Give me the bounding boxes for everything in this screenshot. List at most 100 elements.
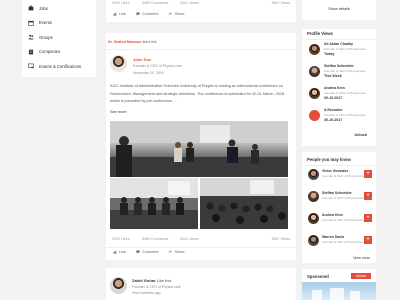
- comment-icon: [136, 249, 140, 254]
- add-person-button[interactable]: +: [364, 192, 372, 200]
- sponsored-illustration: [312, 288, 360, 300]
- views-count: 2541 Views: [180, 1, 199, 5]
- thumb-up-icon: [113, 249, 117, 254]
- likes-count: 4252 Likes: [112, 1, 130, 5]
- suggestion-item: Victor Gonzalez Founder & CEO of Physiol…: [307, 167, 373, 185]
- profile-view-item[interactable]: Ali Akbar Chaddy Founder & CEO of Physio…: [307, 41, 373, 61]
- menu-item-label: Groups: [39, 34, 53, 40]
- share-button[interactable]: Share: [168, 12, 185, 16]
- sharer-name[interactable]: Dr. Shahid Mansoor: [108, 40, 142, 44]
- comment-button[interactable]: Comment: [136, 12, 158, 16]
- author-title: Founder & CEO of Physiol.care: [132, 285, 181, 289]
- details-card: Show details: [302, 0, 376, 20]
- viewer-role: Founder & CEO of Physiol.care: [324, 69, 366, 73]
- comment-icon: [136, 12, 140, 16]
- view-time: This Week: [324, 74, 342, 78]
- add-person-button[interactable]: +: [364, 214, 372, 222]
- comment-label: Comment: [141, 249, 159, 254]
- view-time: 30-10-2017: [324, 96, 343, 100]
- viewer-name: Ali Akbar Chaddy: [324, 42, 354, 46]
- avatar[interactable]: [308, 169, 319, 180]
- conference-photo: [110, 121, 288, 177]
- post-actions: Like Comment Share: [106, 247, 296, 255]
- person-role: Founder & CEO of Physiol.care: [322, 240, 364, 244]
- author-action: Like this: [156, 278, 172, 283]
- share-label: Share: [174, 249, 185, 254]
- sponsored-image[interactable]: [302, 282, 376, 300]
- person-name[interactable]: Andrea Kinn: [322, 213, 343, 217]
- menu-item-exams[interactable]: Exams & Certifications: [22, 59, 96, 74]
- avatar[interactable]: [308, 213, 319, 224]
- viewer-role: Founder & CEO of Physiol.care: [324, 91, 366, 95]
- menu-item-jobs[interactable]: Jobs: [22, 1, 96, 16]
- menu-item-label: Jobs: [39, 5, 48, 11]
- shares-count: 4567 Views: [271, 1, 290, 5]
- author-line: Zahid Gohar Like this: [132, 278, 171, 283]
- sponsored-button[interactable]: Upload: [351, 273, 371, 279]
- post-photo-left[interactable]: [110, 178, 198, 229]
- building-icon: [28, 49, 34, 55]
- comment-button[interactable]: Comment: [136, 250, 158, 254]
- like-label: Like: [119, 249, 126, 254]
- show-details-link[interactable]: Show details: [302, 7, 376, 11]
- person-role: Founder & CEO of Physiol.care: [322, 174, 364, 178]
- left-menu: Jobs Events Groups Companies Exams & Cer…: [22, 0, 96, 77]
- divider: [302, 165, 376, 166]
- suggestion-item: Andrea Kinn Founder & CEO of Physiol.car…: [307, 211, 373, 229]
- like-button[interactable]: Like: [113, 250, 126, 254]
- share-button[interactable]: Share: [168, 249, 185, 254]
- author-name[interactable]: Zahid Gohar: [132, 278, 156, 283]
- post-stats: 4252 Likes 5489 Comments 2541 Views 4567…: [106, 236, 296, 242]
- author-avatar[interactable]: [110, 277, 127, 294]
- profile-view-item[interactable]: A Recruiter Founder & CEO of Physiol.car…: [307, 107, 373, 127]
- panel-photo: [110, 178, 198, 229]
- viewer-name: A Recruiter: [324, 108, 343, 112]
- sponsored-title: Sponsored: [307, 274, 329, 279]
- menu-item-groups[interactable]: Groups: [22, 30, 96, 45]
- share-action-text: liked this: [142, 40, 157, 44]
- feed-post: Dr. Shahid Mansoor liked this John Doe F…: [106, 33, 296, 260]
- comments-count: 5489 Comments: [142, 1, 169, 5]
- avatar[interactable]: [308, 235, 319, 246]
- shares-count: 4567 Views: [271, 237, 290, 241]
- view-time: 30-10-2017: [324, 118, 343, 122]
- author-name[interactable]: John Doe: [133, 57, 151, 62]
- share-icon: [168, 12, 173, 16]
- post-photo-main[interactable]: [110, 121, 288, 177]
- like-button[interactable]: Like: [113, 12, 126, 16]
- person-name[interactable]: Victor Gonzalez: [322, 169, 348, 173]
- feed-post-next: Zahid Gohar Like this Founder & CEO of P…: [106, 268, 296, 300]
- menu-item-companies[interactable]: Companies: [22, 45, 96, 60]
- briefcase-icon: [28, 5, 34, 11]
- sponsored-card: Sponsored Upload: [302, 269, 376, 300]
- author-avatar[interactable]: [110, 55, 127, 72]
- profile-view-item[interactable]: Steffan Schneider Founder & CEO of Physi…: [307, 63, 373, 83]
- recruiter-avatar: [309, 110, 320, 121]
- menu-item-label: Events: [39, 20, 52, 26]
- person-name[interactable]: Warren Davis: [322, 235, 344, 239]
- avatar[interactable]: [308, 191, 319, 202]
- view-time: Today: [324, 52, 335, 56]
- person-role: Founder & CEO of Physiol.care: [322, 196, 364, 200]
- comment-label: Comment: [141, 12, 159, 16]
- avatar: [309, 66, 320, 77]
- view-more-link[interactable]: View more: [353, 256, 370, 260]
- people-you-may-know-card: People you may know Victor Gonzalez Foun…: [302, 152, 376, 263]
- unlock-link[interactable]: Unlock: [354, 133, 367, 137]
- add-person-button[interactable]: +: [364, 170, 372, 178]
- add-person-button[interactable]: +: [364, 236, 372, 244]
- suggestion-item: Warren Davis Founder & CEO of Physiol.ca…: [307, 233, 373, 251]
- person-name[interactable]: Steffan Schneider: [322, 191, 352, 195]
- post-text: AICC Institute of Administrative Science…: [110, 84, 285, 103]
- feed-post-previous: 4252 Likes 5489 Comments 2541 Views 4567…: [106, 0, 296, 22]
- calendar-icon: [28, 20, 34, 26]
- suggestion-item: Steffan Schneider Founder & CEO of Physi…: [307, 189, 373, 207]
- post-photo-right[interactable]: [200, 178, 288, 229]
- viewer-name: Steffan Schneider: [324, 64, 354, 68]
- profile-view-item[interactable]: Andrea Kinn Founder & CEO of Physiol.car…: [307, 85, 373, 105]
- like-label: Like: [119, 12, 126, 16]
- viewer-role: Founder & CEO of Physiol.care: [324, 113, 366, 117]
- post-actions: Like Comment Share: [106, 10, 296, 18]
- see-more-link[interactable]: See more: [110, 110, 126, 114]
- menu-item-events[interactable]: Events: [22, 16, 96, 31]
